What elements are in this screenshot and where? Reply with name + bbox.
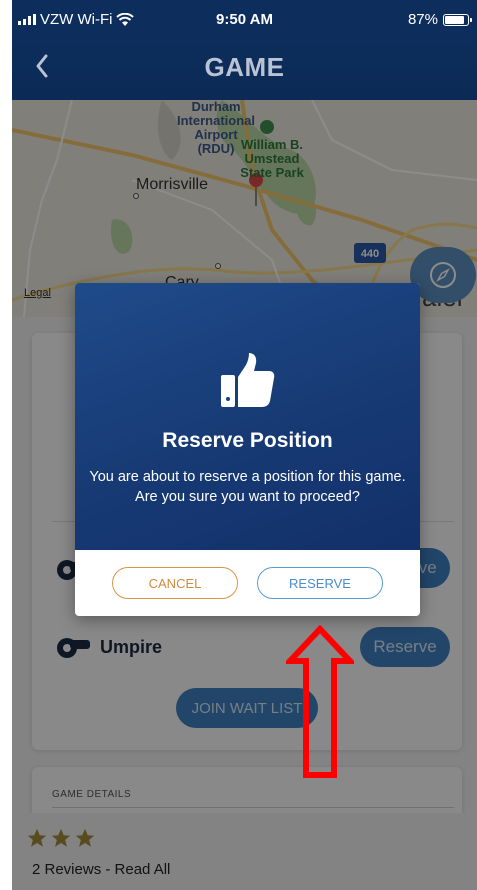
battery-percent: 87% bbox=[407, 11, 438, 28]
reserve-dialog: Reserve Position You are about to reserv… bbox=[75, 283, 420, 616]
battery-icon bbox=[443, 13, 472, 26]
annotation-arrow-icon bbox=[286, 625, 354, 778]
battery-status: 87% bbox=[407, 11, 472, 28]
battery-fill bbox=[445, 15, 465, 24]
dialog-message: You are about to reserve a position for … bbox=[89, 469, 406, 505]
reserve-button[interactable]: RESERVE bbox=[257, 567, 383, 599]
dialog-header: Reserve Position You are about to reserv… bbox=[75, 283, 420, 550]
thumbs-up-icon bbox=[221, 353, 275, 407]
cancel-button[interactable]: CANCEL bbox=[112, 567, 238, 599]
nav-bar: GAME bbox=[12, 38, 477, 100]
dialog-title: Reserve Position bbox=[162, 429, 333, 452]
page-title: GAME bbox=[204, 52, 285, 82]
status-bar: VZW Wi-Fi 9:50 AM 87% bbox=[12, 0, 477, 38]
